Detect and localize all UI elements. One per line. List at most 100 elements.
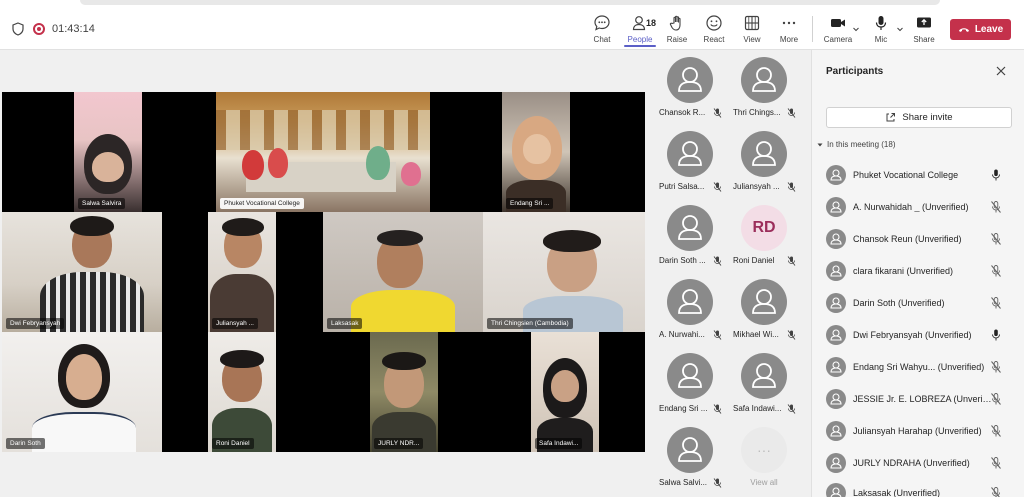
participant-hair <box>220 350 264 368</box>
video-tile[interactable]: Thri Chingsien (Cambodia) <box>483 212 645 332</box>
video-tile[interactable]: Dwi Febryansyah <box>2 212 162 332</box>
people-active-indicator <box>624 45 656 47</box>
video-tile[interactable]: Juliansyah ... <box>208 212 276 332</box>
participant-name: Dwi Febryansyah (Unverified) <box>853 330 972 340</box>
mic-off-icon <box>713 330 722 340</box>
toolbar-divider <box>812 16 813 42</box>
video-tile[interactable]: Darin Soth <box>2 332 162 452</box>
thumbnail-tile[interactable]: Mikhael Wi... <box>729 272 807 346</box>
in-meeting-section-toggle[interactable]: In this meeting (18) <box>817 140 895 149</box>
participant-face <box>92 152 124 182</box>
tile-name: Darin Soth <box>6 438 45 449</box>
view-button[interactable]: View <box>732 14 772 48</box>
thumbnail-name: Juliansyah ... <box>733 182 780 191</box>
thumbnail-tile[interactable]: Darin Soth ... <box>655 198 733 272</box>
mic-options-chevron-icon[interactable] <box>896 25 904 33</box>
mic-off-icon <box>787 404 796 414</box>
participant-silhouette <box>242 150 264 180</box>
participant-row[interactable]: Phuket Vocational College <box>826 163 1016 187</box>
thumbnail-tile[interactable]: Safa Indawi... <box>729 346 807 420</box>
person-icon <box>830 297 842 309</box>
mic-off-icon[interactable] <box>991 265 1001 277</box>
participant-name: Chansok Reun (Unverified) <box>853 234 962 244</box>
mic-off-icon[interactable] <box>991 361 1001 373</box>
mic-off-icon[interactable] <box>991 393 1001 405</box>
more-button[interactable]: More <box>769 14 809 48</box>
thumbnail-name: Darin Soth ... <box>659 256 706 265</box>
participant-row[interactable]: Darin Soth (Unverified) <box>826 291 1016 315</box>
thumbnail-name: Mikhael Wi... <box>733 330 779 339</box>
video-tile[interactable]: Roni Daniel <box>208 332 276 452</box>
share-button[interactable]: Share <box>904 14 944 48</box>
thumbnail-tile[interactable]: Putri Salsa... <box>655 124 733 198</box>
video-tile[interactable]: JURLY NDR... <box>370 332 438 452</box>
thumbnail-tile[interactable]: RD Roni Daniel <box>729 198 807 272</box>
thumbnail-tile[interactable]: A. Nurwahi... <box>655 272 733 346</box>
raise-hand-button[interactable]: Raise <box>657 14 697 48</box>
mic-off-icon <box>713 256 722 266</box>
mic-off-icon[interactable] <box>991 297 1001 309</box>
participant-face <box>551 370 579 402</box>
mic-button[interactable]: Mic <box>861 14 901 48</box>
react-button[interactable]: React <box>694 14 734 48</box>
avatar <box>826 483 846 497</box>
person-icon <box>752 289 776 314</box>
camera-options-chevron-icon[interactable] <box>852 25 860 33</box>
thumbnail-tile[interactable]: Endang Sri ... <box>655 346 733 420</box>
participant-name: clara fikarani (Unverified) <box>853 266 954 276</box>
mic-off-icon[interactable] <box>991 201 1001 213</box>
share-invite-button[interactable]: Share invite <box>826 107 1012 128</box>
video-tile[interactable]: Salwa Salvira <box>74 92 142 212</box>
person-icon <box>830 329 842 341</box>
mic-off-icon[interactable] <box>991 487 1001 497</box>
avatar <box>667 57 713 103</box>
leave-button[interactable]: Leave <box>950 19 1011 40</box>
mic-off-icon <box>713 182 722 192</box>
participant-row[interactable]: Dwi Febryansyah (Unverified) <box>826 323 1016 347</box>
person-icon <box>830 201 842 213</box>
tile-name: Safa Indawi... <box>535 438 583 449</box>
avatar <box>826 453 846 473</box>
mic-off-icon <box>713 108 722 118</box>
people-label: People <box>627 35 653 44</box>
thumbnail-tile[interactable]: Salwa Salvi... <box>655 420 733 494</box>
participant-row[interactable]: Laksasak (Unverified) <box>826 481 1016 497</box>
thumbnail-name: Roni Daniel <box>733 256 775 265</box>
mic-off-icon[interactable] <box>991 233 1001 245</box>
mic-on-icon[interactable] <box>991 169 1001 181</box>
people-button[interactable]: 18 People <box>620 14 660 48</box>
participant-row[interactable]: A. Nurwahidah _ (Unverified) <box>826 195 1016 219</box>
thumbnail-tile[interactable]: Thri Chings... <box>729 50 807 124</box>
shield-icon[interactable] <box>12 22 24 36</box>
participant-row[interactable]: JESSIE Jr. E. LOBREZA (Unverifi... <box>826 387 1016 411</box>
mic-off-icon <box>713 478 722 488</box>
thumbnail-name: Safa Indawi... <box>733 404 782 413</box>
participant-row[interactable]: clara fikarani (Unverified) <box>826 259 1016 283</box>
avatar <box>741 279 787 325</box>
recording-icon <box>33 23 45 35</box>
participant-row[interactable]: Chansok Reun (Unverified) <box>826 227 1016 251</box>
thumbnail-tile[interactable]: Juliansyah ... <box>729 124 807 198</box>
participant-name: A. Nurwahidah _ (Unverified) <box>853 202 969 212</box>
participant-name: Juliansyah Harahap (Unverified) <box>853 426 982 436</box>
mic-off-icon[interactable] <box>991 425 1001 437</box>
video-tile[interactable]: Laksasak <box>323 212 483 332</box>
video-tile[interactable]: Endang Sri ... <box>502 92 570 212</box>
video-tile[interactable]: Phuket Vocational College <box>216 92 430 212</box>
mic-on-icon[interactable] <box>991 329 1001 341</box>
mic-label: Mic <box>874 35 888 44</box>
close-icon[interactable] <box>996 66 1006 76</box>
avatar <box>826 357 846 377</box>
person-icon <box>678 215 702 240</box>
avatar <box>741 131 787 177</box>
participant-name: Phuket Vocational College <box>853 170 959 180</box>
participant-row[interactable]: Endang Sri Wahyu... (Unverified) <box>826 355 1016 379</box>
participant-row[interactable]: Juliansyah Harahap (Unverified) <box>826 419 1016 443</box>
thumbnail-tile[interactable]: Chansok R... <box>655 50 733 124</box>
view-all-button[interactable]: ··· View all <box>729 420 807 494</box>
mic-off-icon[interactable] <box>991 457 1001 469</box>
participant-row[interactable]: JURLY NDRAHA (Unverified) <box>826 451 1016 475</box>
chat-button[interactable]: Chat <box>582 14 622 48</box>
video-tile[interactable]: Safa Indawi... <box>531 332 599 452</box>
avatar <box>741 57 787 103</box>
